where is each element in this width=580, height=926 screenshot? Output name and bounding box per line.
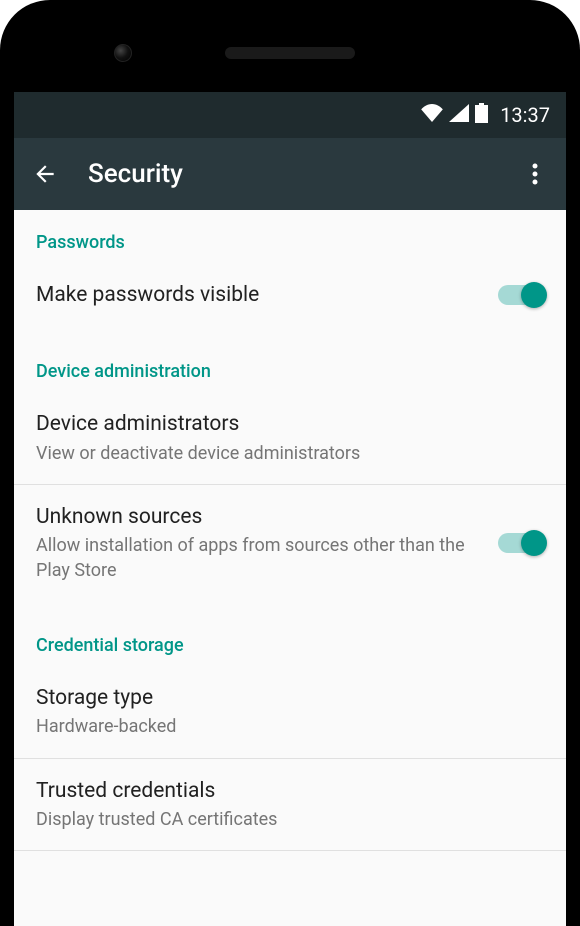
settings-content: Passwords Make passwords visible Device … <box>14 210 566 926</box>
section-header-passwords: Passwords <box>14 210 566 263</box>
page-title: Security <box>88 159 522 189</box>
setting-title: Trusted credentials <box>36 777 528 805</box>
phone-camera <box>114 44 132 62</box>
setting-title: Make passwords visible <box>36 281 482 309</box>
setting-device-administrators[interactable]: Device administrators View or deactivate… <box>14 392 566 484</box>
setting-unknown-sources[interactable]: Unknown sources Allow installation of ap… <box>14 485 566 601</box>
setting-title: Unknown sources <box>36 503 482 531</box>
setting-subtitle: Display trusted CA certificates <box>36 808 528 832</box>
back-arrow-icon[interactable] <box>32 161 58 187</box>
status-time: 13:37 <box>500 103 550 127</box>
more-vert-icon[interactable] <box>522 161 548 187</box>
setting-title: Storage type <box>36 684 528 712</box>
battery-icon <box>475 103 488 127</box>
wifi-icon <box>421 104 443 126</box>
setting-subtitle: Hardware-backed <box>36 715 528 739</box>
setting-title: Device administrators <box>36 410 528 438</box>
app-bar: Security <box>14 138 566 210</box>
section-header-device-admin: Device administration <box>14 327 566 392</box>
status-bar: 13:37 <box>14 92 566 138</box>
toggle-make-passwords-visible[interactable] <box>498 285 544 305</box>
setting-storage-type[interactable]: Storage type Hardware-backed <box>14 666 566 758</box>
phone-frame: 13:37 Security Passwords Make passwords … <box>0 0 580 926</box>
setting-subtitle: View or deactivate device administrators <box>36 442 528 466</box>
divider <box>14 850 566 851</box>
setting-subtitle: Allow installation of apps from sources … <box>36 534 482 583</box>
phone-speaker <box>225 47 355 59</box>
toggle-unknown-sources[interactable] <box>498 533 544 553</box>
cell-signal-icon <box>449 104 469 126</box>
section-header-credential-storage: Credential storage <box>14 601 566 666</box>
setting-trusted-credentials[interactable]: Trusted credentials Display trusted CA c… <box>14 759 566 851</box>
setting-make-passwords-visible[interactable]: Make passwords visible <box>14 263 566 327</box>
